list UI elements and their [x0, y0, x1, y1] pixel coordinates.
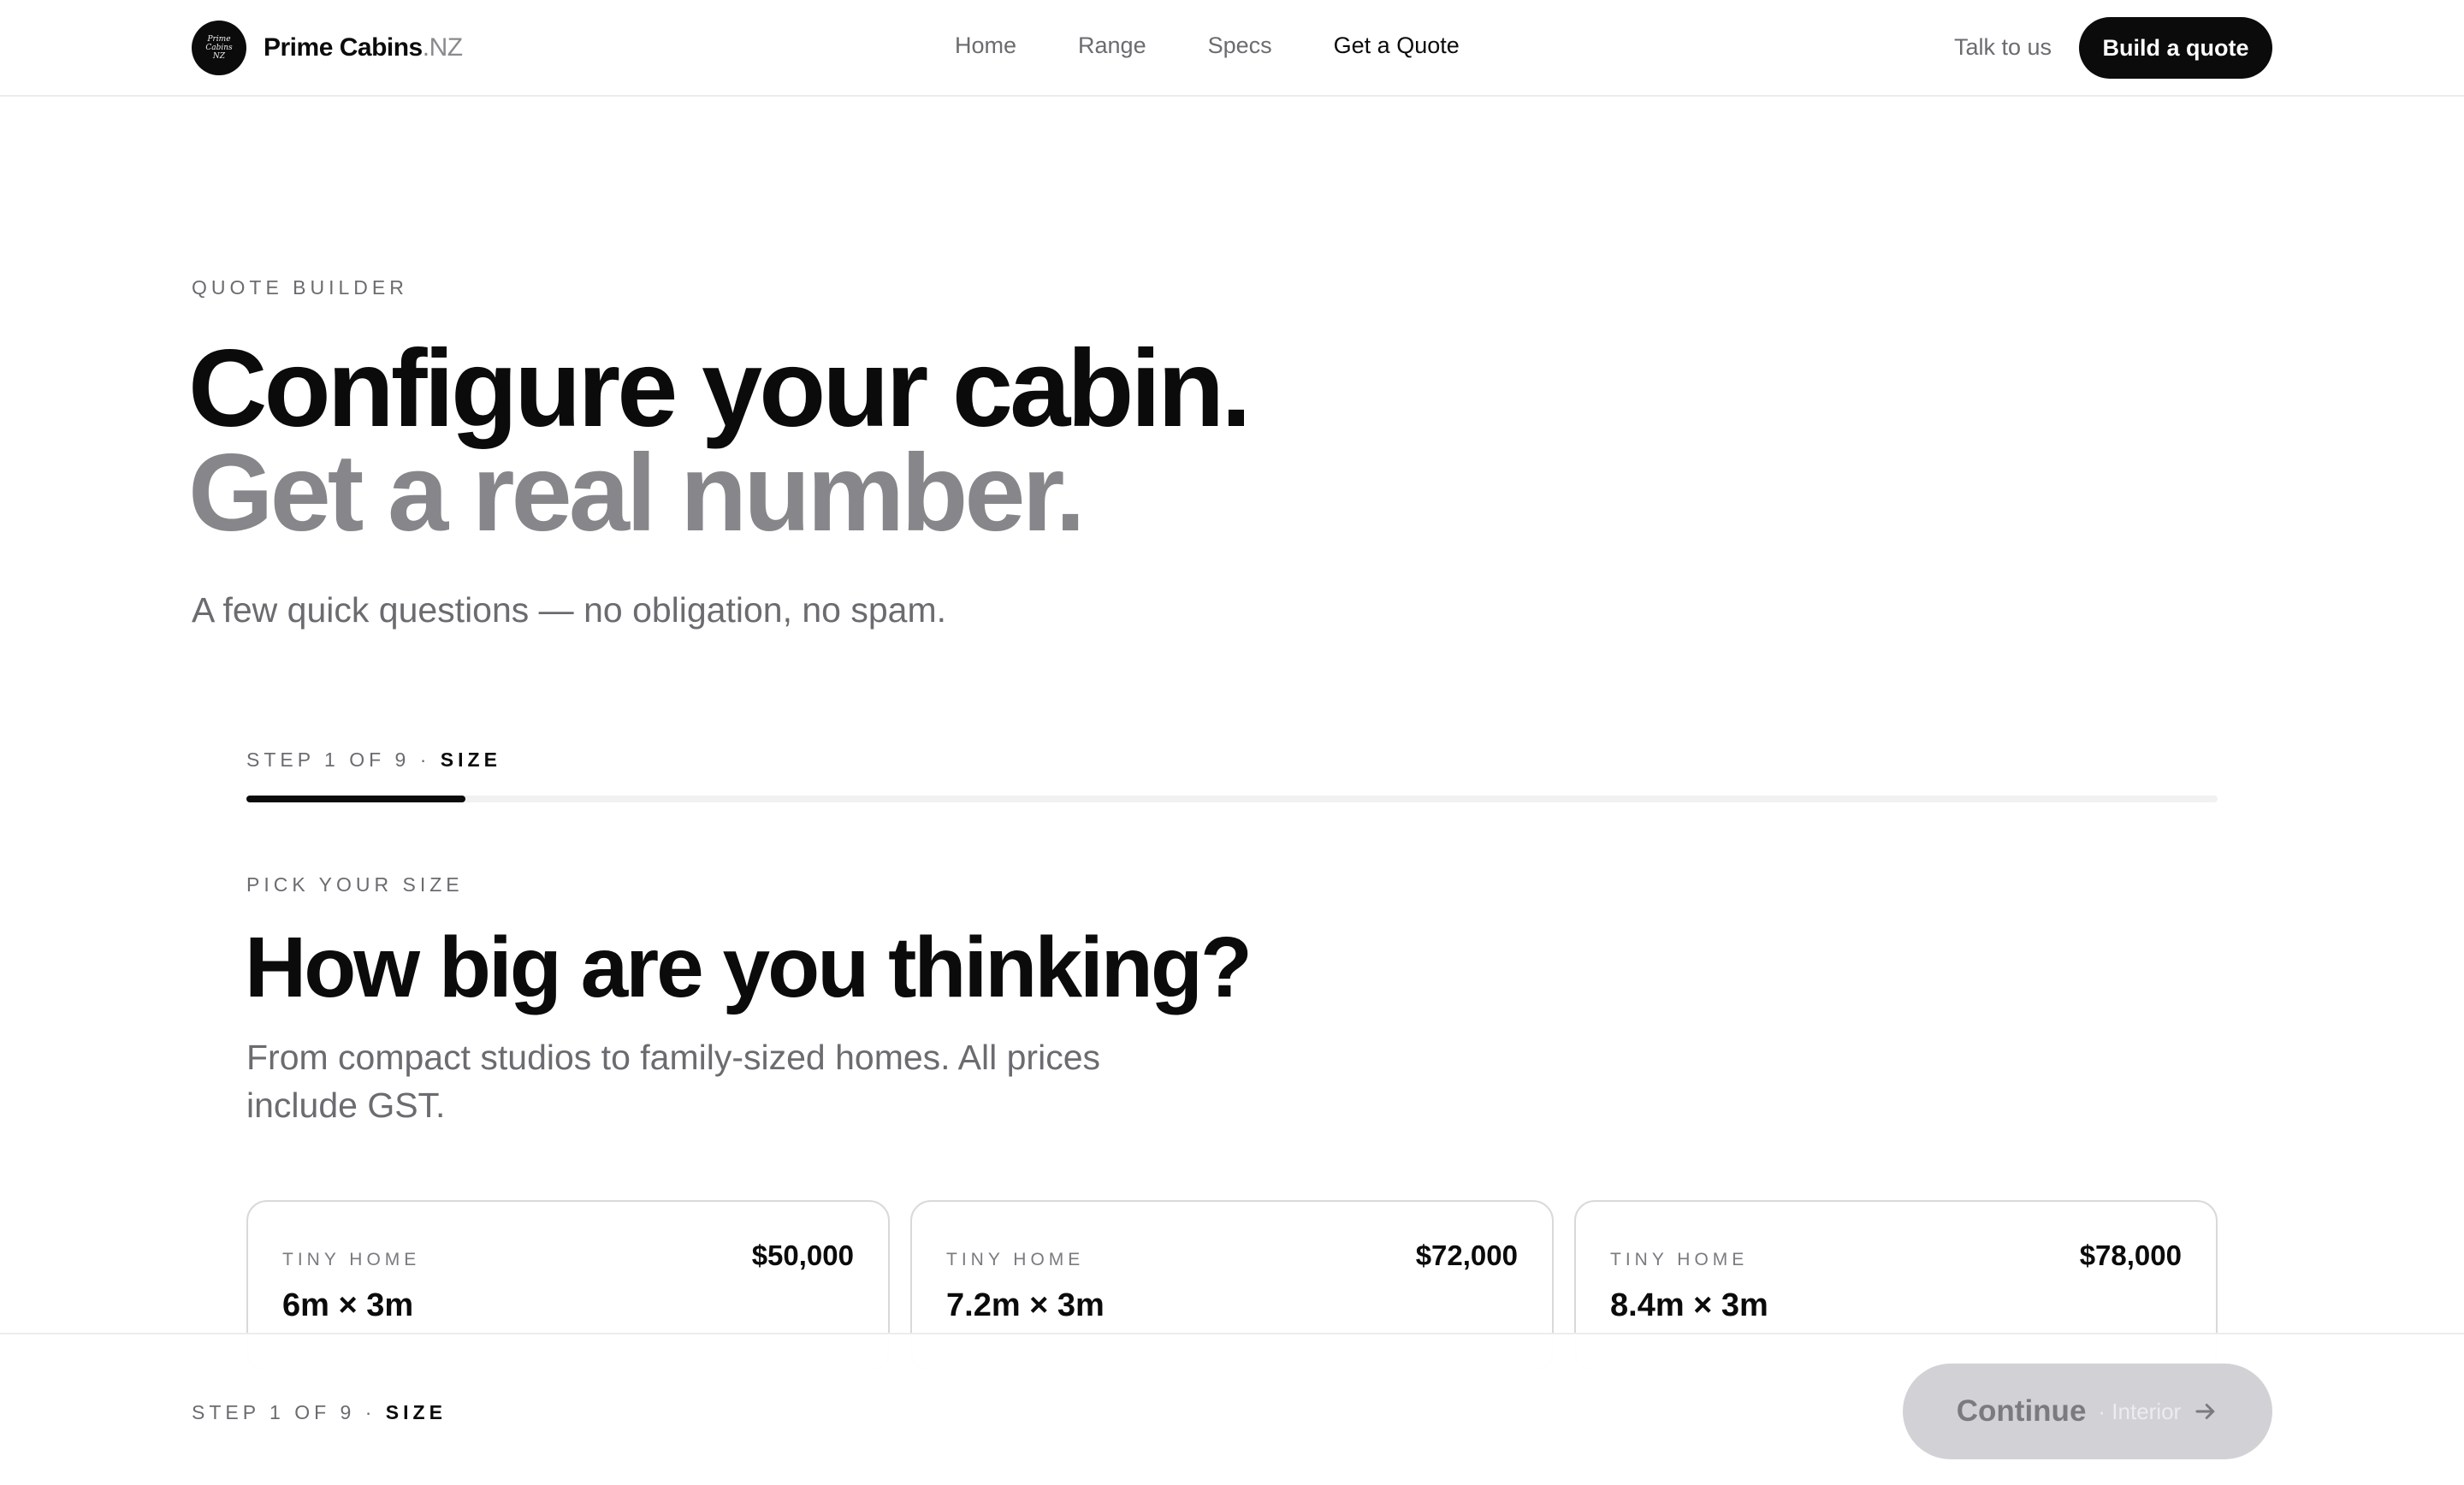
top-nav: Prime Cabins NZ Prime Cabins .NZ Home Ran…	[0, 0, 2464, 97]
brand-name: Prime Cabins	[264, 33, 423, 62]
footer-step-counter: STEP 1 OF 9 ·	[192, 1401, 386, 1423]
bottom-step-bar: STEP 1 OF 9 · SIZE Continue · Interior	[0, 1333, 2464, 1485]
nav-link-get-a-quote[interactable]: Get a Quote	[1334, 33, 1460, 59]
nav-link-specs[interactable]: Specs	[1208, 33, 1272, 59]
hero-title-line2: Get a real number.	[188, 432, 1086, 554]
step-counter: STEP 1 OF 9 ·	[246, 748, 441, 771]
card-dimensions: 8.4m × 3m	[1610, 1287, 1768, 1323]
card-dimensions: 6m × 3m	[282, 1287, 414, 1323]
nav-link-home[interactable]: Home	[955, 33, 1016, 59]
step-indicator: STEP 1 OF 9 · SIZE	[246, 748, 501, 772]
talk-to-us-link[interactable]: Talk to us	[1954, 34, 2052, 61]
question-title: How big are you thinking?	[245, 920, 1253, 1015]
brand-suffix: .NZ	[422, 33, 463, 62]
hero-eyebrow: QUOTE BUILDER	[192, 276, 408, 299]
continue-button[interactable]: Continue · Interior	[1903, 1364, 2272, 1459]
card-tag: TINY HOME	[1610, 1250, 1749, 1269]
continue-label: Continue	[1956, 1394, 2087, 1428]
progress-track	[246, 796, 2218, 802]
footer-step-name: SIZE	[385, 1401, 447, 1423]
arrow-right-icon	[2195, 1404, 2215, 1419]
card-dimensions: 7.2m × 3m	[946, 1287, 1105, 1323]
question-eyebrow: PICK YOUR SIZE	[246, 873, 464, 896]
nav-link-range[interactable]: Range	[1078, 33, 1146, 59]
card-price: $50,000	[751, 1239, 854, 1271]
brand[interactable]: Prime Cabins NZ Prime Cabins .NZ	[192, 21, 463, 75]
footer-step-indicator: STEP 1 OF 9 · SIZE	[192, 1401, 447, 1424]
continue-next-step: · Interior	[2098, 1398, 2182, 1424]
card-tag: TINY HOME	[282, 1250, 421, 1269]
hero-lead: A few quick questions — no obligation, n…	[192, 590, 947, 630]
card-price: $78,000	[2079, 1239, 2182, 1271]
step-name: SIZE	[440, 748, 501, 771]
build-a-quote-button[interactable]: Build a quote	[2079, 17, 2272, 79]
progress-fill	[246, 796, 465, 802]
hero-title-line1: Configure your cabin.	[188, 328, 1252, 450]
question-subtitle: From compact studios to family-sized hom…	[246, 1038, 1100, 1125]
brand-logo-icon: Prime Cabins NZ	[192, 21, 246, 75]
nav-links: Home Range Specs Get a Quote	[955, 33, 1460, 59]
card-price: $72,000	[1415, 1239, 1518, 1271]
card-tag: TINY HOME	[946, 1250, 1085, 1269]
